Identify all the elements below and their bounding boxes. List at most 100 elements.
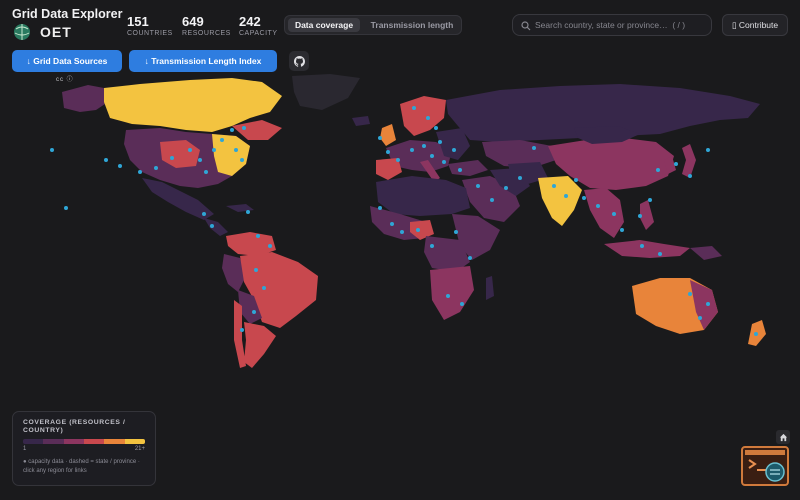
capacity-marker[interactable]	[648, 198, 652, 202]
region-caribbean[interactable]	[226, 204, 254, 212]
region-turkey[interactable]	[448, 160, 488, 176]
capacity-marker[interactable]	[582, 196, 586, 200]
capacity-marker[interactable]	[640, 244, 644, 248]
region-usa-east[interactable]	[212, 134, 250, 176]
region-uk[interactable]	[380, 124, 396, 146]
capacity-marker[interactable]	[458, 168, 462, 172]
region-madagascar[interactable]	[486, 276, 494, 300]
region-southern-africa[interactable]	[430, 266, 474, 320]
capacity-marker[interactable]	[240, 328, 244, 332]
tab-data-coverage[interactable]: Data coverage	[288, 18, 360, 32]
capacity-marker[interactable]	[454, 230, 458, 234]
capacity-marker[interactable]	[446, 294, 450, 298]
capacity-marker[interactable]	[170, 156, 174, 160]
region-papua-new-guinea[interactable]	[690, 246, 722, 260]
capacity-marker[interactable]	[468, 256, 472, 260]
search-input[interactable]	[513, 15, 711, 35]
capacity-marker[interactable]	[410, 148, 414, 152]
capacity-marker[interactable]	[416, 228, 420, 232]
capacity-marker[interactable]	[426, 116, 430, 120]
capacity-marker[interactable]	[688, 292, 692, 296]
capacity-marker[interactable]	[442, 160, 446, 164]
reset-view-button[interactable]	[776, 430, 790, 444]
capacity-marker[interactable]	[262, 286, 266, 290]
capacity-marker[interactable]	[698, 316, 702, 320]
capacity-marker[interactable]	[532, 146, 536, 150]
capacity-marker[interactable]	[212, 148, 216, 152]
capacity-marker[interactable]	[460, 302, 464, 306]
capacity-marker[interactable]	[434, 126, 438, 130]
capacity-marker[interactable]	[210, 224, 214, 228]
tab-transmission-length[interactable]: Transmission length	[365, 18, 459, 32]
region-north-africa[interactable]	[376, 176, 470, 216]
capacity-marker[interactable]	[504, 186, 508, 190]
capacity-marker[interactable]	[596, 204, 600, 208]
capacity-marker[interactable]	[552, 184, 556, 188]
capacity-marker[interactable]	[656, 168, 660, 172]
capacity-marker[interactable]	[396, 158, 400, 162]
download-grid-data-sources-button[interactable]: ↓ Grid Data Sources	[12, 50, 122, 72]
capacity-marker[interactable]	[400, 230, 404, 234]
capacity-marker[interactable]	[518, 176, 522, 180]
capacity-marker[interactable]	[154, 166, 158, 170]
github-button[interactable]	[289, 51, 309, 71]
capacity-marker[interactable]	[378, 136, 382, 140]
capacity-marker[interactable]	[220, 138, 224, 142]
capacity-marker[interactable]	[138, 170, 142, 174]
capacity-marker[interactable]	[254, 268, 258, 272]
region-canada-east[interactable]	[232, 120, 282, 140]
capacity-marker[interactable]	[706, 148, 710, 152]
capacity-marker[interactable]	[64, 206, 68, 210]
capacity-marker[interactable]	[252, 310, 256, 314]
capacity-marker[interactable]	[674, 162, 678, 166]
capacity-marker[interactable]	[268, 244, 272, 248]
capacity-marker[interactable]	[490, 198, 494, 202]
capacity-marker[interactable]	[754, 332, 758, 336]
capacity-marker[interactable]	[204, 170, 208, 174]
capacity-marker[interactable]	[574, 178, 578, 182]
contribute-button[interactable]: ▯ Contribute	[722, 14, 788, 36]
capacity-marker[interactable]	[234, 148, 238, 152]
capacity-marker[interactable]	[198, 158, 202, 162]
region-argentina[interactable]	[244, 322, 276, 368]
capacity-marker[interactable]	[564, 194, 568, 198]
capacity-marker[interactable]	[246, 210, 250, 214]
region-colombia-venezuela[interactable]	[226, 232, 276, 256]
region-scandinavia[interactable]	[400, 96, 446, 136]
capacity-marker[interactable]	[242, 126, 246, 130]
capacity-marker[interactable]	[430, 154, 434, 158]
capacity-marker[interactable]	[658, 252, 662, 256]
capacity-marker[interactable]	[688, 174, 692, 178]
region-india[interactable]	[538, 176, 582, 226]
capacity-marker[interactable]	[438, 140, 442, 144]
capacity-marker[interactable]	[202, 212, 206, 216]
capacity-marker[interactable]	[620, 228, 624, 232]
region-philippines[interactable]	[640, 200, 654, 230]
capacity-marker[interactable]	[430, 244, 434, 248]
capacity-marker[interactable]	[422, 144, 426, 148]
capacity-marker[interactable]	[638, 214, 642, 218]
capacity-marker[interactable]	[240, 158, 244, 162]
capacity-marker[interactable]	[612, 212, 616, 216]
download-transmission-index-button[interactable]: ↓ Transmission Length Index	[129, 50, 277, 72]
capacity-marker[interactable]	[256, 234, 260, 238]
capacity-marker[interactable]	[118, 164, 122, 168]
license-badge[interactable]: cc ⓘ	[56, 74, 74, 83]
assistant-terminal-button[interactable]	[741, 446, 789, 486]
capacity-marker[interactable]	[706, 302, 710, 306]
capacity-marker[interactable]	[104, 158, 108, 162]
capacity-marker[interactable]	[390, 222, 394, 226]
capacity-marker[interactable]	[230, 128, 234, 132]
capacity-marker[interactable]	[378, 206, 382, 210]
capacity-marker[interactable]	[452, 148, 456, 152]
capacity-marker[interactable]	[386, 150, 390, 154]
region-alaska[interactable]	[62, 85, 108, 112]
region-southeast-asia[interactable]	[584, 188, 624, 238]
capacity-marker[interactable]	[50, 148, 54, 152]
capacity-marker[interactable]	[412, 106, 416, 110]
region-iceland[interactable]	[352, 116, 370, 126]
region-central-america[interactable]	[204, 218, 228, 236]
region-indonesia[interactable]	[604, 240, 690, 258]
region-japan[interactable]	[682, 144, 696, 178]
capacity-marker[interactable]	[188, 148, 192, 152]
